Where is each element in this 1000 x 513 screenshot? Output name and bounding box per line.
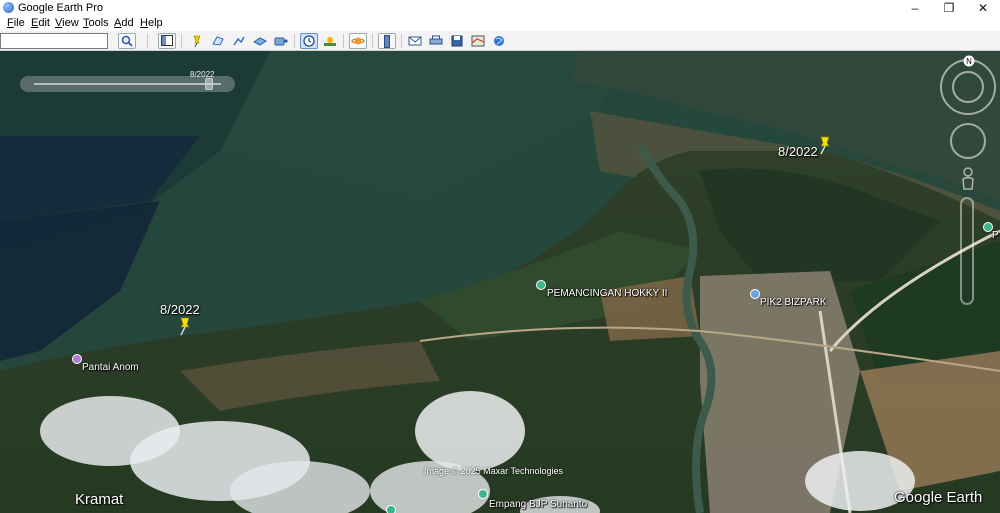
path-icon — [233, 36, 245, 46]
place-label-pantai-anom[interactable]: Pantai Anom — [82, 362, 139, 373]
menu-help[interactable]: Help — [140, 17, 163, 29]
add-polygon-button[interactable] — [209, 33, 227, 49]
google-earth-logo: Google Earth — [894, 489, 983, 506]
sidebar-toggle-button[interactable] — [158, 33, 176, 49]
place-marker-icon[interactable] — [478, 489, 488, 499]
maps-icon — [471, 35, 485, 47]
historical-imagery-button[interactable] — [300, 33, 318, 49]
print-button[interactable] — [427, 33, 445, 49]
toolbar-separator — [294, 34, 295, 48]
menu-add[interactable]: Add — [114, 17, 134, 29]
web-icon — [494, 36, 504, 46]
maximize-button[interactable]: ❐ — [932, 0, 966, 16]
yellow-pushpin-icon[interactable] — [176, 316, 194, 336]
planets-icon — [351, 37, 365, 45]
sidebar-toggle-icon — [161, 35, 173, 46]
add-path-button[interactable] — [230, 33, 248, 49]
view-in-maps-button[interactable] — [469, 33, 487, 49]
yellow-pushpin-icon[interactable] — [816, 135, 834, 155]
menu-bar: File Edit View Tools Add Help — [0, 16, 1000, 31]
move-joystick[interactable] — [950, 123, 986, 159]
place-label-empang-bjp[interactable]: Empang BJP Sunanto — [489, 499, 587, 510]
search-icon — [121, 35, 133, 47]
close-button[interactable]: ✕ — [966, 0, 1000, 16]
sunlight-icon — [324, 37, 336, 46]
toolbar — [0, 31, 1000, 51]
toolbar-separator — [343, 34, 344, 48]
menu-tools[interactable]: Tools — [83, 17, 109, 29]
title-bar: Google Earth Pro – ❐ ✕ — [0, 0, 1000, 16]
pin-date-label: 8/2022 — [160, 302, 200, 317]
zoom-slider[interactable] — [960, 197, 974, 305]
place-marker-icon[interactable] — [72, 354, 82, 364]
add-image-overlay-button[interactable] — [251, 33, 269, 49]
toolbar-separator — [401, 34, 402, 48]
ruler-button[interactable] — [378, 33, 396, 49]
place-label-partial[interactable]: P — [992, 230, 999, 241]
search-button[interactable] — [118, 33, 136, 49]
placemark-icon — [193, 35, 201, 48]
ruler-icon — [384, 35, 390, 48]
map-viewport[interactable]: 8/2022 8/2022 8/2022 Pantai Anom PEMANCI… — [0, 51, 1000, 513]
historical-imagery-icon — [303, 35, 315, 47]
timeline-track — [34, 83, 221, 85]
satellite-imagery — [0, 51, 1000, 513]
minimize-button[interactable]: – — [898, 0, 932, 16]
save-image-icon — [451, 35, 463, 47]
place-label-pemancingan[interactable]: PEMANCINGAN HOKKY II — [547, 288, 667, 299]
record-tour-icon — [274, 37, 288, 46]
toolbar-separator — [181, 34, 182, 48]
svg-text:N: N — [966, 57, 972, 66]
web-button[interactable] — [490, 33, 508, 49]
print-icon — [429, 35, 443, 45]
window-title: Google Earth Pro — [18, 2, 103, 14]
email-icon — [408, 36, 422, 46]
search-input[interactable] — [0, 33, 108, 49]
planets-button[interactable] — [349, 33, 367, 49]
toolbar-separator — [372, 34, 373, 48]
region-label-kramat: Kramat — [75, 491, 124, 508]
look-joystick[interactable] — [952, 71, 984, 103]
google-earth-app-icon — [3, 2, 14, 13]
menu-view[interactable]: View — [55, 17, 79, 29]
imagery-copyright: Image © 2025 Maxar Technologies — [424, 466, 564, 476]
menu-file[interactable]: File — [7, 17, 25, 29]
historical-imagery-slider[interactable]: 8/2022 — [20, 70, 235, 92]
menu-edit[interactable]: Edit — [31, 17, 50, 29]
place-marker-icon[interactable] — [386, 505, 396, 513]
pin-date-label: 8/2022 — [778, 144, 818, 159]
place-marker-icon[interactable] — [750, 289, 760, 299]
image-overlay-icon — [253, 37, 267, 46]
record-tour-button[interactable] — [272, 33, 290, 49]
sunlight-button[interactable] — [321, 33, 339, 49]
place-label-pik2-bizpark[interactable]: PIK2 BIZPARK — [760, 297, 827, 308]
email-button[interactable] — [406, 33, 424, 49]
add-placemark-button[interactable] — [188, 33, 206, 49]
timeline-thumb[interactable] — [205, 78, 213, 90]
polygon-icon — [212, 36, 224, 46]
north-indicator-icon: N — [963, 55, 975, 67]
street-view-pegman-icon[interactable] — [960, 167, 976, 191]
toolbar-separator — [147, 34, 148, 48]
save-image-button[interactable] — [448, 33, 466, 49]
place-marker-icon[interactable] — [536, 280, 546, 290]
